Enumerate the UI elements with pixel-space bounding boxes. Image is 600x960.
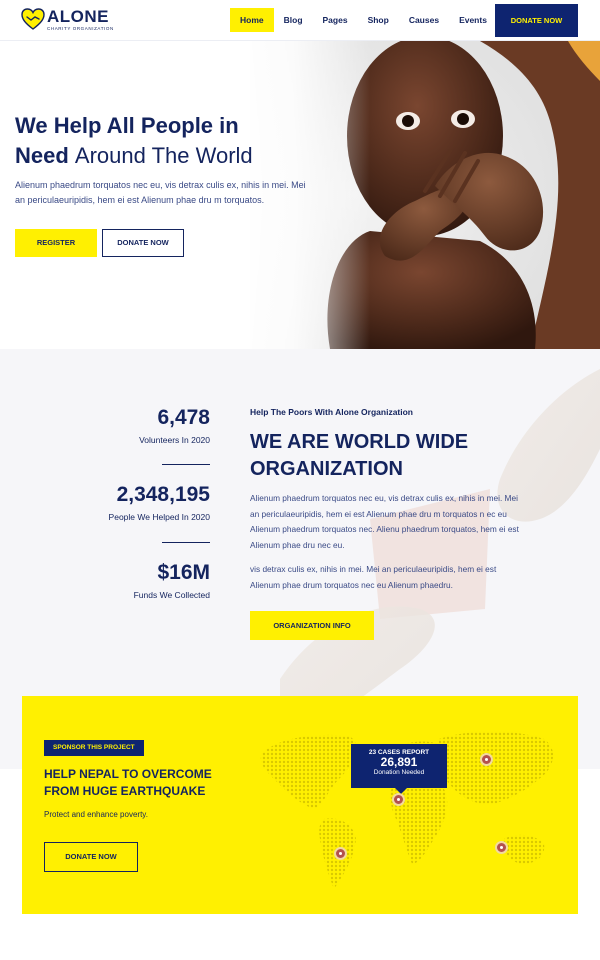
stat-label: Volunteers In 2020 xyxy=(139,435,210,445)
map-pin-icon[interactable] xyxy=(392,793,405,806)
sponsor-badge: SPONSOR THIS PROJECT xyxy=(44,740,144,756)
main-nav: Home Blog Pages Shop Causes Events xyxy=(230,8,497,32)
hero-description: Alienum phaedrum torquatos nec eu, vis d… xyxy=(15,180,306,205)
register-button[interactable]: REGISTER xyxy=(15,229,97,257)
hero-title: We Help All People in Need Around The Wo… xyxy=(15,111,315,171)
about-heading: WE ARE WORLD WIDE ORGANIZATION xyxy=(250,431,469,480)
map-pin-icon[interactable] xyxy=(334,847,347,860)
header-donate-button[interactable]: DONATE NOW xyxy=(495,4,578,37)
logo[interactable]: ALONE CHARITY ORGANIZATION xyxy=(21,8,114,34)
report-number: 26,891 xyxy=(380,755,418,769)
organization-info-button[interactable]: ORGANIZATION INFO xyxy=(250,611,374,640)
cases-report-card: 23 CASES REPORT 26,891 Donation Needed xyxy=(351,744,447,794)
sponsor-title: HELP NEPAL TO OVERCOME FROM HUGE EARTHQU… xyxy=(44,767,212,798)
about-paragraph-1: Alienum phaedrum torquatos nec eu, vis d… xyxy=(250,493,519,550)
hero-title-bold-2: Need xyxy=(15,143,69,168)
stat-label: Funds We Collected xyxy=(133,590,210,600)
sponsor-section: SPONSOR THIS PROJECT HELP NEPAL TO OVERC… xyxy=(22,696,578,914)
sponsor-donate-button[interactable]: DONATE NOW xyxy=(44,842,138,872)
stat-value: $16M xyxy=(157,561,210,584)
about-kicker: Help The Poors With Alone Organization xyxy=(250,407,414,417)
stat-people-helped: 2,348,195 People We Helped In 2020 xyxy=(109,483,210,522)
about-paragraph-2: vis detrax culis ex, nihis in mei. Mei a… xyxy=(250,564,497,590)
nav-pages[interactable]: Pages xyxy=(313,8,358,32)
nav-blog[interactable]: Blog xyxy=(274,8,313,32)
stat-divider xyxy=(162,542,210,543)
nav-home[interactable]: Home xyxy=(230,8,274,32)
stat-value: 2,348,195 xyxy=(116,483,210,506)
nav-events[interactable]: Events xyxy=(449,8,497,32)
site-header: ALONE CHARITY ORGANIZATION Home Blog Pag… xyxy=(0,0,600,41)
hero-title-light: Around The World xyxy=(74,143,253,168)
stat-value: 6,478 xyxy=(157,406,210,429)
logo-name: ALONE xyxy=(47,7,109,26)
stat-volunteers: 6,478 Volunteers In 2020 xyxy=(139,406,210,445)
map-pin-icon[interactable] xyxy=(480,753,493,766)
hero-section: We Help All People in Need Around The Wo… xyxy=(0,41,600,349)
report-subtitle: Donation Needed xyxy=(373,769,425,776)
hero-title-bold: We Help All People in xyxy=(15,113,239,138)
heart-hands-logo-icon xyxy=(21,8,45,30)
stat-divider xyxy=(162,464,210,465)
map-pin-icon[interactable] xyxy=(495,841,508,854)
stat-label: People We Helped In 2020 xyxy=(108,512,210,522)
nav-causes[interactable]: Causes xyxy=(399,8,449,32)
logo-tagline: CHARITY ORGANIZATION xyxy=(47,26,114,31)
nav-shop[interactable]: Shop xyxy=(358,8,399,32)
sponsor-text: Protect and enhance poverty. xyxy=(44,810,148,819)
hero-donate-button[interactable]: DONATE NOW xyxy=(102,229,184,257)
stat-funds: $16M Funds We Collected xyxy=(134,561,210,600)
